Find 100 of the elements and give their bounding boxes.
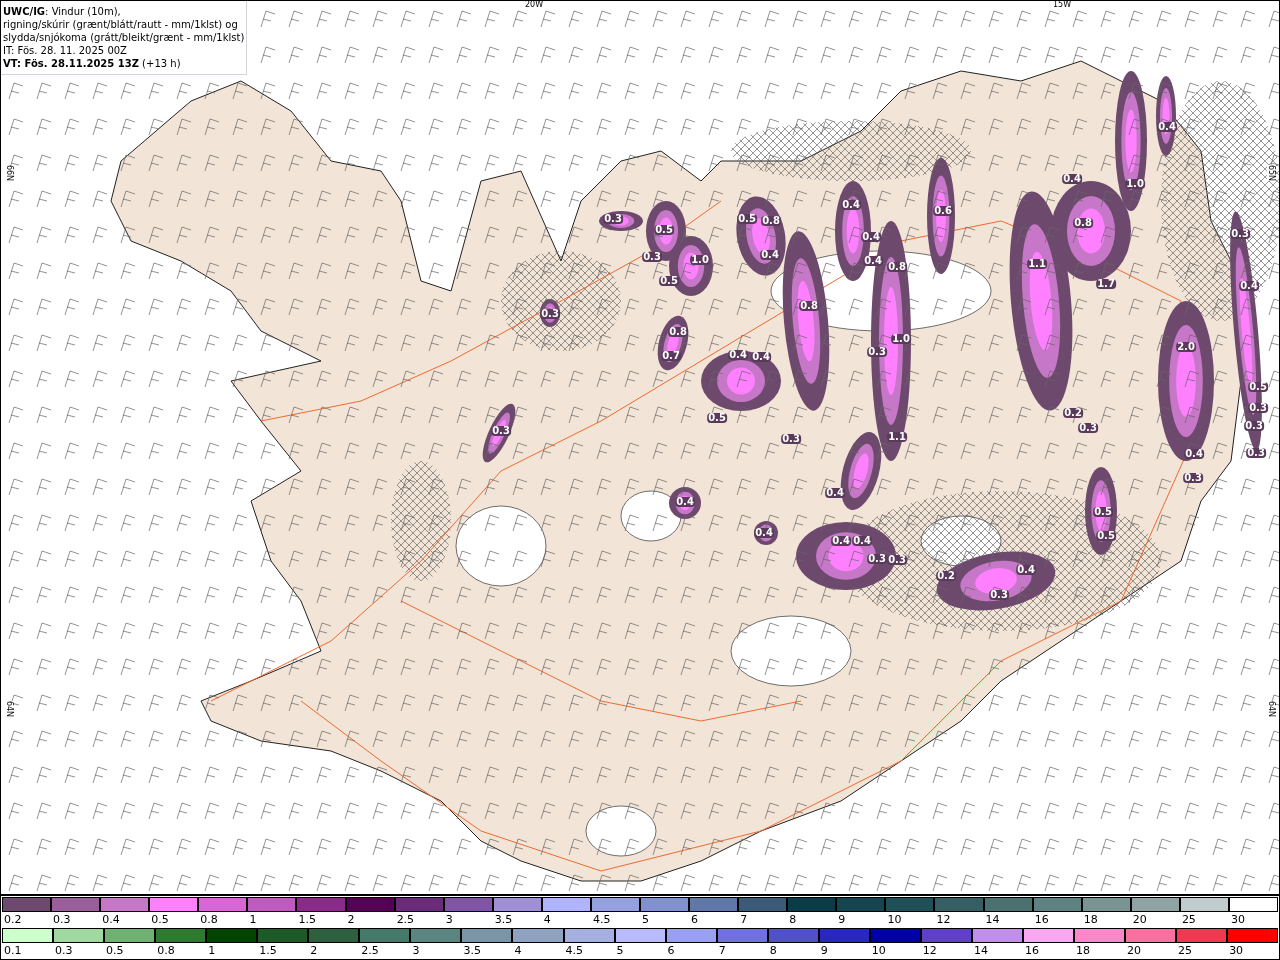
legend-label: 8 — [768, 943, 778, 959]
legend-label: 9 — [837, 912, 847, 928]
title-line: UWC/IG: Vindur (10m), — [3, 5, 122, 18]
precipitation-value: 0.3 — [887, 555, 907, 565]
legend-label: 7 — [739, 912, 749, 928]
precipitation-value: 0.3 — [1183, 473, 1203, 483]
precipitation-value: 0.5 — [737, 214, 757, 224]
legend-label: 2.5 — [395, 912, 416, 928]
legend-label: 6 — [690, 912, 700, 928]
precipitation-value: 0.4 — [831, 536, 851, 546]
legend-label: 0.8 — [199, 912, 219, 928]
title-line: rigning/skúrir (grænt/blátt/rautt - mm/1klst) og — [3, 18, 239, 31]
legend-label: 7 — [717, 943, 727, 959]
latitude-label: 64N — [5, 700, 14, 718]
legend-label: 25 — [1177, 943, 1194, 959]
legend-label: 4.5 — [564, 943, 584, 959]
legend-label: 12 — [921, 943, 938, 959]
precipitation-value: 0.4 — [841, 200, 861, 210]
precipitation-value: 0.3 — [1230, 229, 1250, 239]
precipitation-value: 0.8 — [668, 327, 688, 337]
precipitation-value: 0.3 — [781, 434, 801, 444]
precipitation-value: 0.8 — [761, 216, 781, 226]
precipitation-value: 0.4 — [852, 536, 872, 546]
precipitation-value: 0.3 — [867, 347, 887, 357]
legend-label: 14 — [972, 943, 989, 959]
legend-label: 3 — [411, 943, 421, 959]
legend-label: 2.5 — [360, 943, 380, 959]
precipitation-value: 0.4 — [754, 528, 774, 538]
legend-label: 2 — [309, 943, 319, 959]
precipitation-value: 1.0 — [891, 334, 911, 344]
precipitation-value: 0.4 — [760, 250, 780, 260]
precipitation-value: 0.3 — [1248, 403, 1268, 413]
legend-label: 1.5 — [297, 912, 317, 928]
precipitation-value: 1.7 — [1096, 279, 1116, 289]
latitude-label: 64N — [1266, 700, 1275, 718]
legend-label: 4.5 — [591, 912, 612, 928]
legend-label: 3.5 — [462, 943, 482, 959]
legend-label: 3 — [444, 912, 454, 928]
precipitation-value: 0.3 — [867, 554, 887, 564]
precipitation-value: 1.1 — [887, 432, 907, 442]
precipitation-value: 0.4 — [1157, 122, 1177, 132]
legend-label: 1 — [207, 943, 217, 959]
legend-label: 3.5 — [493, 912, 514, 928]
precipitation-value: 0.4 — [861, 232, 881, 242]
longitude-label: 15W — [1053, 1, 1072, 9]
legend-label: 1 — [248, 912, 258, 928]
precipitation-value: 0.2 — [936, 571, 956, 581]
precipitation-value: 0.4 — [1184, 449, 1204, 459]
precipitation-value: 1.0 — [1125, 179, 1145, 189]
precipitation-value: 2.0 — [1176, 342, 1196, 352]
precipitation-value: 0.5 — [1248, 382, 1268, 392]
legend-label: 0.4 — [101, 912, 121, 928]
precipitation-value: 0.5 — [659, 276, 679, 286]
legend-label: 14 — [984, 912, 1001, 928]
legend-label: 6 — [666, 943, 676, 959]
legend-label: 0.1 — [3, 943, 23, 959]
latitude-label: 66N — [5, 164, 14, 182]
legend-label: 0.3 — [54, 943, 74, 959]
precipitation-value: 0.5 — [1093, 507, 1113, 517]
precipitation-value: 0.5 — [1096, 531, 1116, 541]
legend-label: 0.3 — [52, 912, 72, 928]
precipitation-value: 0.4 — [1016, 565, 1036, 575]
precipitation-value: 0.3 — [540, 309, 560, 319]
legend-label: 16 — [1023, 943, 1040, 959]
legend-label: 0.5 — [150, 912, 170, 928]
legend-label: 5 — [641, 912, 650, 928]
precipitation-value: 0.4 — [825, 488, 845, 498]
precipitation-value: 0.8 — [799, 301, 819, 311]
legend-label: 0.8 — [156, 943, 176, 959]
legend-label: 10 — [886, 912, 903, 928]
precipitation-value: 0.4 — [751, 352, 771, 362]
legend-label: 30 — [1229, 912, 1246, 928]
precipitation-value: 0.8 — [1073, 218, 1093, 228]
precipitation-value: 0.4 — [1062, 174, 1082, 184]
precipitation-value: 0.6 — [933, 206, 953, 216]
legend-label: 4 — [542, 912, 552, 928]
legend-label: 18 — [1082, 912, 1099, 928]
precipitation-value: 0.3 — [1246, 448, 1266, 458]
precipitation-value: 0.5 — [654, 225, 674, 235]
precipitation-value: 0.3 — [1244, 421, 1264, 431]
legend-label: 0.2 — [3, 912, 23, 928]
legend-label: 10 — [870, 943, 887, 959]
legend-label: 20 — [1126, 943, 1143, 959]
precipitation-value: 0.3 — [603, 214, 623, 224]
precipitation-value: 0.8 — [887, 262, 907, 272]
title-line: IT: Fös. 28. 11. 2025 00Z — [3, 44, 128, 57]
legend-label: 5 — [615, 943, 625, 959]
title-line: VT: Fös. 28.11.2025 13Z (+13 h) — [3, 57, 182, 70]
latitude-label: 65N — [1266, 164, 1275, 182]
title-line: slydda/snjókoma (grátt/bleikt/grænt - mm/1klst) — [3, 31, 245, 44]
legend-label: 30 — [1228, 943, 1245, 959]
precipitation-value: 1.0 — [690, 255, 710, 265]
precipitation-value: 0.3 — [1078, 423, 1098, 433]
legend-label: 12 — [935, 912, 952, 928]
legend-label: 20 — [1131, 912, 1148, 928]
precipitation-value: 0.4 — [675, 497, 695, 507]
legend-label: 1.5 — [258, 943, 278, 959]
legend-label: 0.5 — [105, 943, 125, 959]
precipitation-value: 0.7 — [661, 351, 681, 361]
legend-label: 2 — [346, 912, 356, 928]
